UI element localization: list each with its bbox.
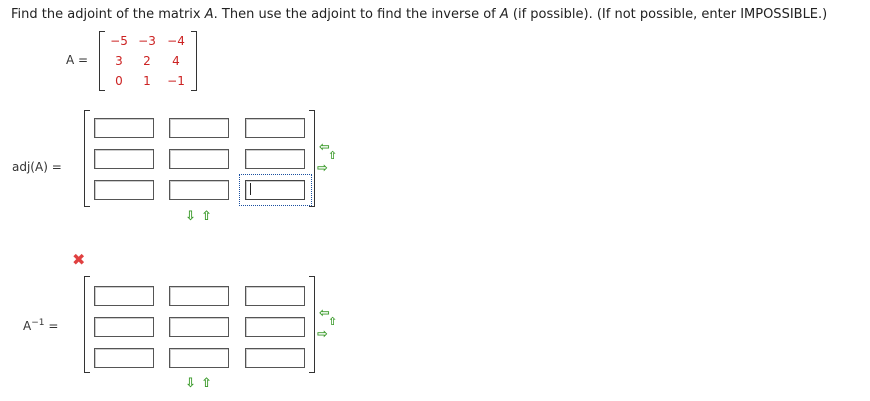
matrix-a-entry: 1 (143, 74, 151, 88)
add-row-down-arrow-icon[interactable]: ⇩ (185, 210, 196, 223)
inverse-label: A−1 = (23, 318, 58, 333)
inv_inputs-cell-r3c2[interactable] (169, 348, 229, 368)
matrix-a-entry: 2 (143, 54, 151, 68)
inv_inputs-cell-r2c3[interactable] (245, 317, 305, 337)
question-var-a: A (204, 7, 214, 22)
matrix-a-entry: 3 (115, 54, 123, 68)
adj_inputs-cell-r1c3[interactable] (245, 118, 305, 138)
inv_inputs-cell-r1c3[interactable] (245, 286, 305, 306)
inv-add-row-down-arrow-icon[interactable]: ⇩ (185, 377, 196, 390)
inv_inputs-cell-r3c1[interactable] (94, 348, 154, 368)
inv_inputs-cell-r3c3[interactable] (245, 348, 305, 368)
inv-right-bracket (309, 276, 315, 373)
inv-add-column-right-arrow-icon[interactable]: ⇨ (317, 328, 328, 341)
adj-left-bracket (84, 110, 90, 207)
question-var-a-2: A (499, 7, 509, 22)
question-suffix: (if possible). (If not possible, enter I… (508, 7, 828, 22)
text-caret (250, 183, 251, 195)
matrix-a-right-bracket (191, 31, 197, 91)
adj_inputs-cell-r1c1[interactable] (94, 118, 154, 138)
inv-remove-row-up-arrow-icon[interactable]: ⇧ (201, 377, 212, 390)
adj_inputs-cell-r2c1[interactable] (94, 149, 154, 169)
matrix-a-left-bracket (99, 31, 105, 91)
adj_inputs-cell-r1c2[interactable] (169, 118, 229, 138)
inv_inputs-cell-r2c2[interactable] (169, 317, 229, 337)
adj-label: adj(A) = (12, 160, 62, 174)
inv_inputs-cell-r1c2[interactable] (169, 286, 229, 306)
inv-remove-column-arrow-icon[interactable]: ⇧ (328, 316, 337, 327)
matrix-a-entry: −5 (110, 34, 128, 48)
question-middle: . Then use the adjoint to find the inver… (213, 7, 500, 22)
matrix-a-label: A = (66, 53, 89, 67)
matrix-a-entry: −4 (167, 34, 185, 48)
adj_inputs-cell-r3c2[interactable] (169, 180, 229, 200)
matrix-a-entry: 4 (172, 54, 180, 68)
inverse-label-exponent: −1 (31, 318, 45, 328)
add-column-right-arrow-icon[interactable]: ⇨ (317, 162, 328, 175)
matrix-a-entry: 0 (115, 74, 123, 88)
question-text: Find the adjoint of the matrix A. Then u… (11, 7, 827, 22)
inverse-label-base: A (23, 319, 32, 333)
remove-row-up-arrow-icon[interactable]: ⇧ (201, 210, 212, 223)
incorrect-x-icon: ✖ (72, 250, 86, 269)
inv_inputs-cell-r2c1[interactable] (94, 317, 154, 337)
matrix-a-entry: −1 (167, 74, 185, 88)
question-prefix: Find the adjoint of the matrix (11, 7, 205, 22)
adj_inputs-cell-r2c3[interactable] (245, 149, 305, 169)
remove-column-arrow-icon[interactable]: ⇧ (328, 150, 337, 161)
inv_inputs-cell-r1c1[interactable] (94, 286, 154, 306)
matrix-a-entry: −3 (138, 34, 156, 48)
inv-left-bracket (84, 276, 90, 373)
inverse-label-equals: = (48, 319, 59, 333)
adj_inputs-cell-r3c1[interactable] (94, 180, 154, 200)
adj_inputs-cell-r2c2[interactable] (169, 149, 229, 169)
